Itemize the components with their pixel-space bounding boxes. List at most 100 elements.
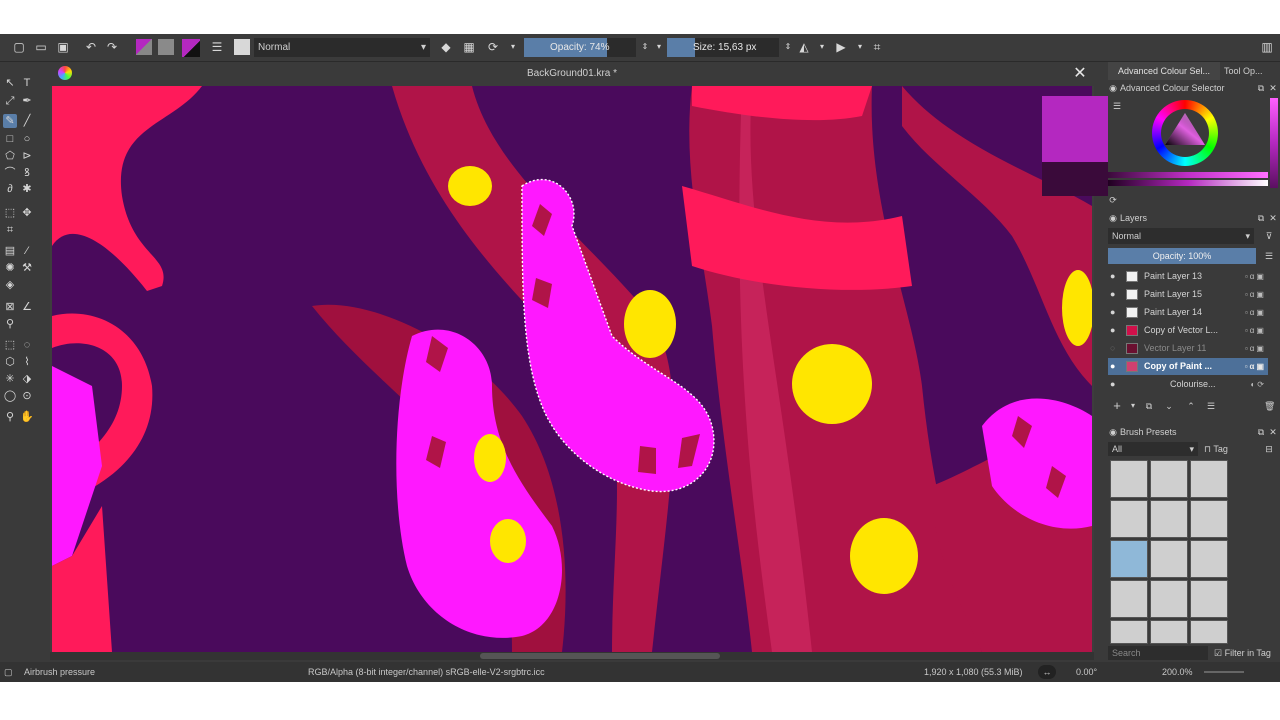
alpha-lock-icon[interactable]: ▦ xyxy=(462,40,476,54)
duplicate-layer-icon[interactable]: ⧉ xyxy=(1144,400,1154,412)
layer-row[interactable]: ● Paint Layer 13 ▫α▣ xyxy=(1108,268,1268,285)
zoom-slider[interactable] xyxy=(1204,671,1244,673)
bezier-tool-icon[interactable]: ⌒ xyxy=(3,166,17,180)
opacity-slider[interactable]: Opacity: 74% xyxy=(524,38,636,57)
calligraphy-icon[interactable]: ✒ xyxy=(20,94,34,108)
add-layer-icon[interactable]: + xyxy=(1112,399,1122,412)
fg-bg-colour-swatch[interactable] xyxy=(182,39,200,57)
smart-patch-icon[interactable]: ✺ xyxy=(3,261,17,275)
layer-row[interactable]: ● Paint Layer 14 ▫α▣ xyxy=(1108,304,1268,321)
tab-tool-options[interactable]: Tool Op... xyxy=(1224,62,1276,80)
dynamic-brush-icon[interactable]: ∂ xyxy=(3,182,17,196)
magnetic-selection-icon[interactable]: ⊙ xyxy=(20,389,34,403)
tab-advanced-colour-selector[interactable]: Advanced Colour Sel... xyxy=(1108,62,1220,80)
colour-triangle[interactable] xyxy=(1161,109,1209,157)
polyline-tool-icon[interactable]: ⊳ xyxy=(20,149,34,163)
elliptical-selection-icon[interactable]: ◌ xyxy=(20,338,34,352)
gradient-selector[interactable] xyxy=(136,39,152,55)
brush-preset-sketch[interactable] xyxy=(1150,620,1188,644)
freehand-selection-icon[interactable]: ⌇ xyxy=(20,355,34,369)
hue-strip[interactable] xyxy=(1108,172,1268,178)
brush-preset-ink[interactable] xyxy=(1110,500,1148,538)
eye-icon[interactable]: ● xyxy=(1110,268,1120,285)
eye-icon[interactable]: ● xyxy=(1110,376,1120,393)
chevron-down-icon[interactable]: ▾ xyxy=(1128,400,1138,412)
close-panel-icon[interactable]: ✕ xyxy=(1268,212,1278,224)
polygonal-selection-icon[interactable]: ⬡ xyxy=(3,355,17,369)
brush-preset-eraser[interactable] xyxy=(1110,460,1148,498)
select-shapes-icon[interactable]: ↖ xyxy=(3,76,17,90)
pan-tool-icon[interactable]: ✋ xyxy=(20,410,34,424)
brush-preset-calligraphy[interactable] xyxy=(1150,580,1188,618)
brush-preset-pen[interactable] xyxy=(1190,500,1228,538)
brush-preset-soft[interactable] xyxy=(1150,500,1188,538)
colour-picker-icon[interactable]: ⁄ xyxy=(20,244,34,258)
bezier-selection-icon[interactable]: ◯ xyxy=(3,389,17,403)
pattern-selector[interactable] xyxy=(158,39,174,55)
menu-icon[interactable]: ☰ xyxy=(1264,250,1274,262)
brush-settings-icon[interactable]: ☰ xyxy=(210,40,224,54)
status-color-space[interactable]: RGB/Alpha (8-bit integer/channel) sRGB-e… xyxy=(308,662,545,682)
layer-lock-icon[interactable]: ▫α▣ xyxy=(1245,304,1266,321)
opacity-stepper-icon[interactable]: ⇕ xyxy=(638,40,652,54)
colour-history-strip[interactable] xyxy=(1270,98,1278,188)
brush-preset-texture[interactable] xyxy=(1190,580,1228,618)
blend-mode-dropdown[interactable]: Normal ▾ xyxy=(254,38,430,57)
close-panel-icon[interactable]: ✕ xyxy=(1268,82,1278,94)
move-tool-icon[interactable]: ✥ xyxy=(20,206,34,220)
layer-properties-icon[interactable]: ☰ xyxy=(1206,400,1216,412)
open-folder-icon[interactable]: ▭ xyxy=(34,40,48,54)
gradient-tool-icon[interactable]: ▤ xyxy=(3,244,17,258)
brush-filter-dropdown[interactable]: All ▾ xyxy=(1108,442,1198,456)
layer-mask-icon[interactable]: ◐⟳ xyxy=(1250,376,1266,393)
import-brush-icon[interactable]: ⊟ xyxy=(1264,443,1274,455)
brush-preset-blender[interactable] xyxy=(1190,460,1228,498)
layer-row[interactable]: ● Paint Layer 15 ▫α▣ xyxy=(1108,286,1268,303)
menu-icon[interactable]: ☰ xyxy=(1112,100,1122,112)
eraser-mode-icon[interactable]: ◆ xyxy=(439,40,453,54)
brush-preset-smudge[interactable] xyxy=(1150,540,1188,578)
brush-preset-fill[interactable] xyxy=(1110,580,1148,618)
delete-layer-icon[interactable]: 🗑 xyxy=(1264,400,1275,412)
eye-icon[interactable]: ● xyxy=(1110,358,1120,375)
layer-row-selected[interactable]: ● Copy of Paint ... ▫α▣ xyxy=(1108,358,1268,375)
chevron-down-icon[interactable]: ▾ xyxy=(853,40,867,54)
float-panel-icon[interactable]: ⧉ xyxy=(1256,82,1266,94)
mirror-vertical-icon[interactable]: ▶ xyxy=(834,40,848,54)
enclose-fill-icon[interactable]: ◈ xyxy=(3,278,17,292)
filter-icon[interactable]: ⊽ xyxy=(1264,230,1274,242)
reload-preset-icon[interactable]: ⟳ xyxy=(486,40,500,54)
new-document-icon[interactable]: ▢ xyxy=(12,40,26,54)
ellipse-tool-icon[interactable]: ○ xyxy=(20,132,34,146)
multibrush-icon[interactable]: ✱ xyxy=(20,182,34,196)
close-panel-icon[interactable]: ✕ xyxy=(1268,426,1278,438)
document-tab[interactable]: BackGround01.kra * ✕ xyxy=(50,62,1094,86)
layer-row[interactable]: ● Colourise... ◐⟳ xyxy=(1108,376,1268,393)
background-colour-preview[interactable] xyxy=(1042,162,1108,196)
redo-icon[interactable]: ↷ xyxy=(105,40,119,54)
line-tool-icon[interactable]: ╱ xyxy=(20,114,34,128)
layer-lock-icon[interactable]: ▫α▣ xyxy=(1245,268,1266,285)
tag-button[interactable]: ⊓ Tag xyxy=(1204,442,1244,456)
layer-row[interactable]: ○ Vector Layer 11 ▫α▣ xyxy=(1108,340,1268,357)
refresh-icon[interactable]: ⟳ xyxy=(1108,194,1118,206)
brush-indicator-icon[interactable]: ▢ xyxy=(4,662,13,682)
size-slider[interactable]: Size: 15,63 px xyxy=(667,38,779,57)
mirror-horizontal-icon[interactable]: ◭ xyxy=(797,40,811,54)
brush-preset-liner[interactable] xyxy=(1110,620,1148,644)
polygon-tool-icon[interactable]: ⬠ xyxy=(3,149,17,163)
eye-hidden-icon[interactable]: ○ xyxy=(1110,340,1120,357)
colour-wheel[interactable] xyxy=(1152,100,1218,166)
brush-preset-chalk[interactable] xyxy=(1190,620,1228,644)
contiguous-selection-icon[interactable]: ✳ xyxy=(3,372,17,386)
layer-lock-icon[interactable]: ▫α▣ xyxy=(1245,322,1266,339)
foreground-colour-preview[interactable] xyxy=(1042,96,1108,162)
crop-tool-icon[interactable]: ⌗ xyxy=(3,223,17,237)
chevron-down-icon[interactable]: ▾ xyxy=(652,40,666,54)
move-layer-up-icon[interactable]: ⌃ xyxy=(1186,400,1196,412)
save-icon[interactable]: ▣ xyxy=(56,40,70,54)
eye-icon[interactable]: ● xyxy=(1110,286,1120,303)
layer-opacity-slider[interactable]: Opacity: 100% xyxy=(1108,248,1256,264)
similar-selection-icon[interactable]: ⬗ xyxy=(20,372,34,386)
zoom-tool-icon[interactable]: ⚲ xyxy=(3,410,17,424)
